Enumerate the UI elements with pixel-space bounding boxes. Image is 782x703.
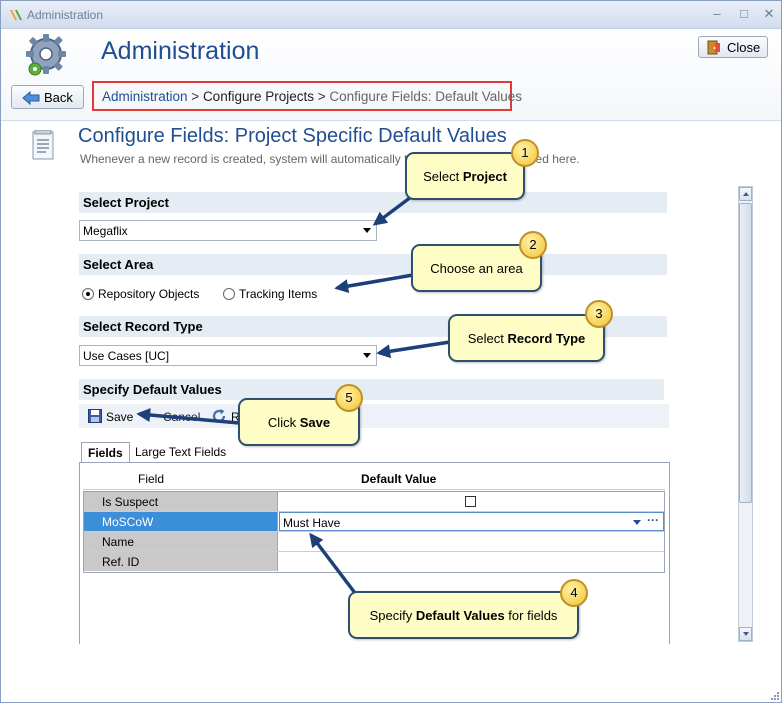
vertical-scrollbar[interactable] bbox=[738, 186, 753, 642]
field-name-cell: Ref. ID bbox=[84, 552, 278, 571]
callout-bold-text: Record Type bbox=[507, 331, 586, 346]
callout-text: Choose an area bbox=[430, 261, 523, 276]
close-button[interactable]: Close bbox=[698, 36, 768, 58]
breadcrumb-separator: > bbox=[187, 89, 203, 104]
select-project-header: Select Project bbox=[79, 192, 667, 213]
callout-bold-text: Default Values bbox=[415, 608, 505, 623]
maximize-button[interactable]: □ bbox=[734, 6, 754, 22]
column-header-default-value[interactable]: Default Value bbox=[361, 472, 436, 486]
breadcrumb-configure-projects[interactable]: Configure Projects bbox=[203, 89, 314, 104]
ref-id-value-input[interactable] bbox=[279, 552, 664, 571]
window-title: Administration bbox=[27, 8, 104, 22]
record-type-select-value: Use Cases [UC] bbox=[83, 349, 170, 363]
name-value-input[interactable] bbox=[279, 532, 664, 551]
callout-select-project: Select Project bbox=[405, 152, 525, 200]
callout-bold-text: Project bbox=[462, 169, 507, 184]
dropdown-arrow-icon bbox=[363, 353, 371, 358]
close-button-label: Close bbox=[727, 40, 761, 55]
step-badge-2: 2 bbox=[519, 231, 547, 259]
moscow-value: Must Have bbox=[283, 516, 341, 530]
scroll-down-arrow-icon[interactable] bbox=[739, 627, 752, 641]
radio-label: Tracking Items bbox=[239, 287, 318, 301]
default-value-cell[interactable] bbox=[279, 492, 664, 511]
radio-label: Repository Objects bbox=[98, 287, 200, 301]
back-button-label: Back bbox=[44, 90, 73, 105]
breadcrumb-separator: > bbox=[314, 89, 330, 104]
default-values-toolbar: Save Cancel R bbox=[79, 404, 669, 428]
breadcrumb-administration-link[interactable]: Administration bbox=[102, 89, 188, 104]
scroll-up-arrow-icon[interactable] bbox=[739, 187, 752, 201]
step-badge-4: 4 bbox=[560, 579, 588, 607]
radio-unselected-icon bbox=[223, 288, 235, 300]
cancel-button[interactable]: Cancel bbox=[163, 410, 200, 424]
more-options-icon[interactable]: ··· bbox=[647, 513, 659, 527]
refresh-icon[interactable] bbox=[211, 408, 227, 424]
callout-text: Specify bbox=[369, 608, 416, 623]
radio-selected-icon bbox=[82, 288, 94, 300]
table-row[interactable]: Name bbox=[84, 532, 664, 552]
dropdown-arrow-icon[interactable] bbox=[633, 520, 641, 525]
table-row[interactable]: Is Suspect bbox=[84, 492, 664, 512]
callout-text: Click bbox=[267, 415, 300, 430]
radio-repository-objects[interactable]: Repository Objects bbox=[82, 287, 199, 301]
project-select-value: Megaflix bbox=[83, 224, 128, 238]
default-values-grid: Is Suspect MoSCoW Must Have ··· Name Ref… bbox=[83, 491, 665, 573]
app-logo-icon bbox=[10, 10, 22, 20]
document-list-icon bbox=[32, 130, 54, 160]
table-row[interactable]: MoSCoW Must Have ··· bbox=[84, 512, 664, 532]
step-badge-5: 5 bbox=[335, 384, 363, 412]
column-header-field[interactable]: Field bbox=[138, 472, 164, 486]
tab-large-text-fields[interactable]: Large Text Fields bbox=[129, 442, 232, 463]
is-suspect-checkbox[interactable] bbox=[465, 496, 476, 507]
breadcrumb: Administration > Configure Projects > Co… bbox=[92, 81, 522, 111]
step-badge-1: 1 bbox=[511, 139, 539, 167]
section-description: Whenever a new record is created, system… bbox=[80, 152, 580, 166]
project-select[interactable]: Megaflix bbox=[79, 220, 377, 241]
select-area-header: Select Area bbox=[79, 254, 667, 275]
callout-bold-text: Save bbox=[299, 415, 331, 430]
page-title: Administration bbox=[101, 37, 260, 65]
save-button[interactable]: Save bbox=[106, 410, 133, 424]
moscow-value-select[interactable]: Must Have ··· bbox=[279, 512, 664, 531]
title-bar: Administration – □ ✕ bbox=[1, 1, 781, 29]
section-title: Configure Fields: Project Specific Defau… bbox=[78, 125, 507, 147]
radio-tracking-items[interactable]: Tracking Items bbox=[223, 287, 317, 301]
step-badge-3: 3 bbox=[585, 300, 613, 328]
resize-grip-icon[interactable] bbox=[769, 690, 779, 700]
window-close-button[interactable]: ✕ bbox=[759, 6, 779, 22]
dropdown-arrow-icon bbox=[363, 228, 371, 233]
callout-text: for fields bbox=[504, 608, 558, 623]
grid-header: Field Default Value bbox=[83, 466, 665, 490]
callout-specify-default-values: Specify Default Values for fields bbox=[348, 591, 579, 639]
minimize-button[interactable]: – bbox=[707, 6, 727, 22]
save-floppy-icon[interactable] bbox=[88, 409, 102, 423]
administration-window: Administration – □ ✕ Administration Clos… bbox=[0, 0, 782, 703]
specify-default-values-header: Specify Default Values bbox=[79, 379, 664, 400]
table-row[interactable]: Ref. ID bbox=[84, 552, 664, 572]
callout-text: Select bbox=[467, 331, 508, 346]
back-arrow-icon bbox=[22, 91, 40, 105]
field-name-cell: Name bbox=[84, 532, 278, 551]
field-name-cell: MoSCoW bbox=[84, 512, 278, 531]
callout-text: Select bbox=[423, 169, 463, 184]
back-button[interactable]: Back bbox=[11, 85, 84, 109]
record-type-select[interactable]: Use Cases [UC] bbox=[79, 345, 377, 366]
callout-select-record-type: Select Record Type bbox=[448, 314, 605, 362]
scroll-thumb[interactable] bbox=[739, 203, 752, 503]
field-name-cell: Is Suspect bbox=[84, 492, 278, 511]
exit-door-icon bbox=[707, 40, 720, 55]
page-header: Administration Close Back Administration… bbox=[1, 29, 781, 121]
gear-icon bbox=[26, 34, 66, 76]
breadcrumb-current: Configure Fields: Default Values bbox=[329, 89, 522, 104]
tab-fields[interactable]: Fields bbox=[81, 442, 130, 463]
